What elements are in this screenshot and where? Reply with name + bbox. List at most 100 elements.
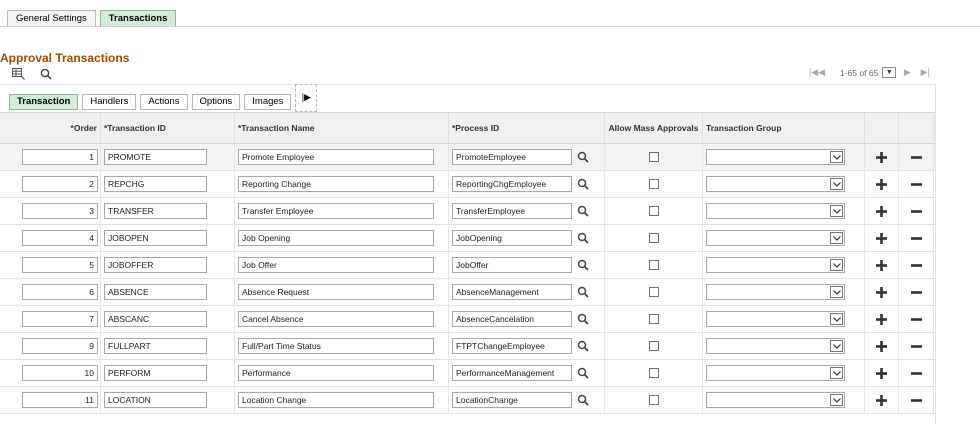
delete-row-icon[interactable]: [909, 177, 923, 191]
order-input[interactable]: [22, 338, 98, 354]
delete-row-icon[interactable]: [909, 339, 923, 353]
subtab-handlers[interactable]: Handlers: [82, 94, 137, 110]
transaction-id-input[interactable]: [104, 284, 207, 300]
lookup-search-icon[interactable]: [576, 204, 590, 218]
chevron-down-icon[interactable]: [830, 367, 843, 379]
allow-mass-approvals-checkbox[interactable]: [648, 260, 659, 270]
transaction-id-input[interactable]: [104, 203, 207, 219]
last-page-icon[interactable]: ▶|: [918, 67, 932, 78]
order-input[interactable]: [22, 257, 98, 273]
subtab-actions[interactable]: Actions: [140, 94, 188, 110]
transaction-name-input[interactable]: [238, 284, 434, 300]
add-row-icon[interactable]: [875, 393, 889, 407]
add-row-icon[interactable]: [875, 204, 889, 218]
process-id-input[interactable]: [452, 311, 572, 327]
lookup-search-icon[interactable]: [576, 366, 590, 380]
delete-row-icon[interactable]: [909, 393, 923, 407]
transaction-id-input[interactable]: [104, 311, 207, 327]
first-page-icon[interactable]: |◀◀: [806, 67, 828, 78]
transaction-id-input[interactable]: [104, 257, 207, 273]
chevron-down-icon[interactable]: [830, 178, 843, 190]
lookup-search-icon[interactable]: [576, 285, 590, 299]
order-input[interactable]: [22, 392, 98, 408]
subtab-images[interactable]: Images: [244, 94, 292, 110]
order-input[interactable]: [22, 284, 98, 300]
chevron-down-icon[interactable]: [830, 286, 843, 298]
order-input[interactable]: [22, 149, 98, 165]
subtab-options[interactable]: Options: [191, 94, 241, 110]
lookup-search-icon[interactable]: [576, 393, 590, 407]
allow-mass-approvals-checkbox[interactable]: [648, 152, 659, 162]
allow-mass-approvals-checkbox[interactable]: [648, 206, 659, 216]
allow-mass-approvals-checkbox[interactable]: [648, 233, 659, 243]
transaction-name-input[interactable]: [238, 338, 434, 354]
order-input[interactable]: [22, 365, 98, 381]
add-row-icon[interactable]: [875, 312, 889, 326]
process-id-input[interactable]: [452, 284, 572, 300]
chevron-down-icon[interactable]: [830, 205, 843, 217]
delete-row-icon[interactable]: [909, 285, 923, 299]
chevron-down-icon[interactable]: ▼: [882, 67, 897, 78]
transaction-id-input[interactable]: [104, 392, 207, 408]
lookup-search-icon[interactable]: [576, 150, 590, 164]
tab-general-settings[interactable]: General Settings: [7, 10, 96, 27]
add-row-icon[interactable]: [875, 339, 889, 353]
transaction-name-input[interactable]: [238, 149, 434, 165]
tab-transactions[interactable]: Transactions: [99, 10, 177, 27]
transaction-group-select[interactable]: [706, 149, 845, 165]
lookup-search-icon[interactable]: [576, 339, 590, 353]
order-input[interactable]: [22, 176, 98, 192]
delete-row-icon[interactable]: [909, 204, 923, 218]
transaction-id-input[interactable]: [104, 338, 207, 354]
process-id-input[interactable]: [452, 230, 572, 246]
allow-mass-approvals-checkbox[interactable]: [648, 179, 659, 189]
transaction-group-select[interactable]: [706, 365, 845, 381]
subtab-transaction[interactable]: Transaction: [9, 94, 79, 110]
add-row-icon[interactable]: [875, 285, 889, 299]
process-id-input[interactable]: [452, 365, 572, 381]
transaction-group-select[interactable]: [706, 230, 845, 246]
process-id-input[interactable]: [452, 392, 572, 408]
allow-mass-approvals-checkbox[interactable]: [648, 341, 659, 351]
transaction-group-select[interactable]: [706, 176, 845, 192]
search-icon[interactable]: [40, 68, 53, 80]
transaction-name-input[interactable]: [238, 365, 434, 381]
transaction-name-input[interactable]: [238, 311, 434, 327]
transaction-group-select[interactable]: [706, 203, 845, 219]
transaction-id-input[interactable]: [104, 230, 207, 246]
add-row-icon[interactable]: [875, 150, 889, 164]
transaction-name-input[interactable]: [238, 257, 434, 273]
allow-mass-approvals-checkbox[interactable]: [648, 368, 659, 378]
allow-mass-approvals-checkbox[interactable]: [648, 395, 659, 405]
transaction-name-input[interactable]: [238, 230, 434, 246]
transaction-group-select[interactable]: [706, 284, 845, 300]
process-id-input[interactable]: [452, 176, 572, 192]
chevron-down-icon[interactable]: [830, 232, 843, 244]
transaction-group-select[interactable]: [706, 392, 845, 408]
transaction-group-select[interactable]: [706, 257, 845, 273]
allow-mass-approvals-checkbox[interactable]: [648, 314, 659, 324]
add-row-icon[interactable]: [875, 231, 889, 245]
delete-row-icon[interactable]: [909, 231, 923, 245]
process-id-input[interactable]: [452, 257, 572, 273]
process-id-input[interactable]: [452, 338, 572, 354]
add-row-icon[interactable]: [875, 258, 889, 272]
chevron-down-icon[interactable]: [830, 313, 843, 325]
process-id-input[interactable]: [452, 203, 572, 219]
grid-personalize-icon[interactable]: [12, 68, 25, 80]
delete-row-icon[interactable]: [909, 258, 923, 272]
transaction-group-select[interactable]: [706, 338, 845, 354]
lookup-search-icon[interactable]: [576, 258, 590, 272]
delete-row-icon[interactable]: [909, 366, 923, 380]
order-input[interactable]: [22, 311, 98, 327]
chevron-down-icon[interactable]: [830, 259, 843, 271]
next-page-icon[interactable]: ▶: [900, 67, 914, 78]
add-row-icon[interactable]: [875, 177, 889, 191]
transaction-name-input[interactable]: [238, 392, 434, 408]
process-id-input[interactable]: [452, 149, 572, 165]
add-row-icon[interactable]: [875, 366, 889, 380]
transaction-name-input[interactable]: [238, 176, 434, 192]
lookup-search-icon[interactable]: [576, 231, 590, 245]
transaction-id-input[interactable]: [104, 149, 207, 165]
delete-row-icon[interactable]: [909, 150, 923, 164]
